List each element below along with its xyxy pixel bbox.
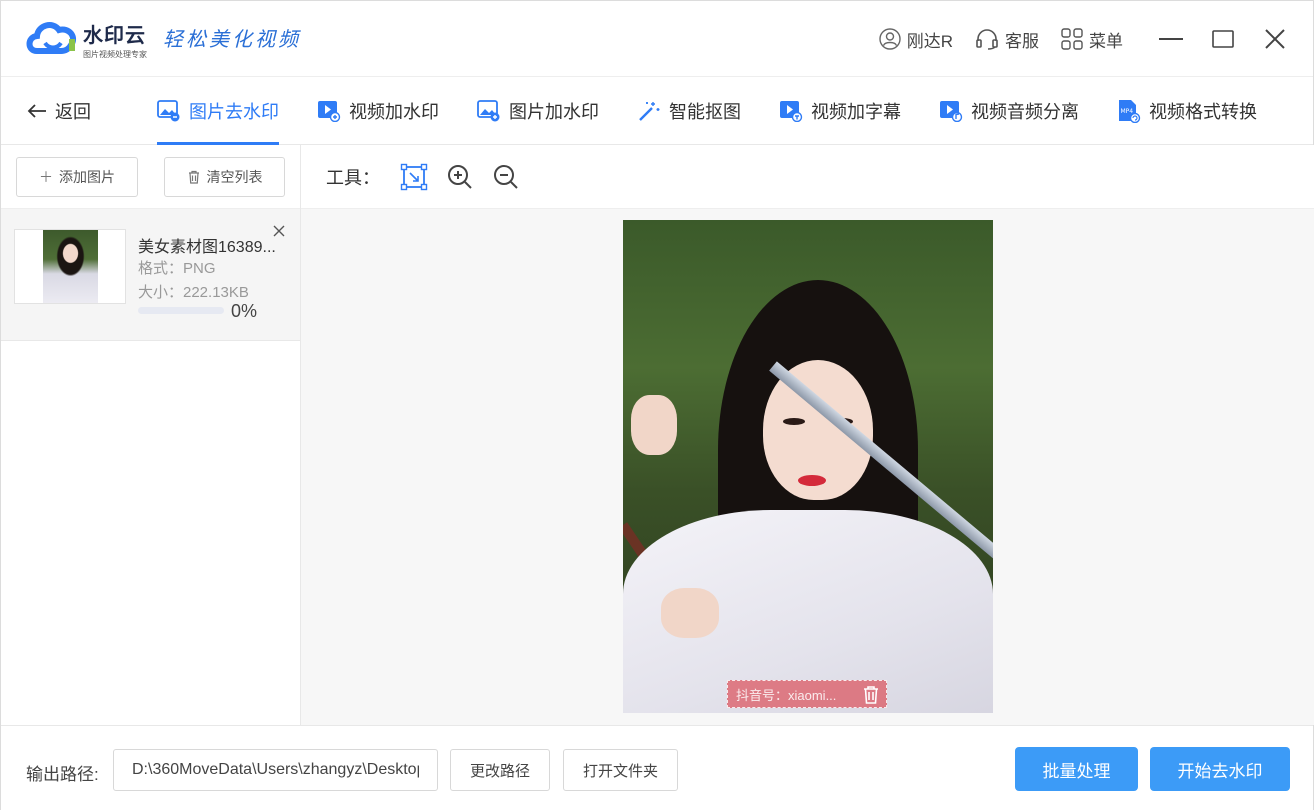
tab-image-add-watermark[interactable]: 图片加水印 xyxy=(477,77,599,145)
user-account[interactable]: 刚达R xyxy=(879,27,953,52)
title-bar: 水印云 图片视频处理专家 轻松美化视频 刚达R 客服 菜单 xyxy=(1,1,1313,77)
menu-label: 菜单 xyxy=(1089,31,1123,51)
tab-video-audio-split[interactable]: 视频音频分离 xyxy=(939,77,1079,145)
mp4-file-icon: MP4 xyxy=(1119,100,1141,123)
brand-slogan: 轻松美化视频 xyxy=(163,27,301,51)
tab-label: 视频加水印 xyxy=(349,102,439,122)
image-add-icon xyxy=(477,100,500,122)
tab-smart-cutout[interactable]: 智能抠图 xyxy=(637,77,741,145)
watermark-text: 抖音号：xiaomi... xyxy=(736,687,837,703)
tab-label: 视频加字幕 xyxy=(811,102,901,122)
user-name: 刚达R xyxy=(906,31,953,51)
trash-icon xyxy=(188,170,199,184)
magic-wand-icon xyxy=(639,102,660,121)
file-list-item[interactable]: 美女素材图16389... 格式：PNG 大小：222.13KB 0% xyxy=(1,209,300,341)
photo-hand xyxy=(661,588,719,638)
app-window: 水印云 图片视频处理专家 轻松美化视频 刚达R 客服 菜单 返回 图片去水印 视… xyxy=(0,0,1314,810)
grid-menu-icon xyxy=(1061,28,1083,50)
user-icon xyxy=(879,28,901,50)
select-region-tool[interactable] xyxy=(400,163,428,191)
maximize-button[interactable] xyxy=(1197,19,1249,59)
file-list-panel: ＋ 添加图片 清空列表 美女素材图16389... 格式：PNG 大小：222.… xyxy=(1,145,301,725)
watermark-selection-box[interactable]: 抖音号：xiaomi... xyxy=(727,680,887,708)
service-label: 客服 xyxy=(1005,31,1039,51)
plus-icon: ＋ xyxy=(39,169,53,185)
svg-text:MP4: MP4 xyxy=(1121,108,1134,115)
minimize-button[interactable] xyxy=(1145,19,1197,59)
file-name: 美女素材图16389... xyxy=(138,239,276,256)
zoom-out-tool[interactable] xyxy=(492,163,520,191)
file-progress-percent: 0% xyxy=(231,301,258,321)
preview-toolbar: 工具： xyxy=(301,145,1314,209)
thumbnail-image xyxy=(43,230,98,303)
back-button[interactable]: 返回 xyxy=(27,77,91,145)
tab-label: 图片去水印 xyxy=(189,102,279,122)
image-erase-icon xyxy=(157,100,180,122)
tools-label: 工具： xyxy=(326,167,380,188)
output-path-label: 输出路径: xyxy=(26,765,99,784)
start-remove-watermark-button[interactable]: 开始去水印 xyxy=(1150,747,1290,791)
minimize-icon xyxy=(1159,38,1183,40)
headset-icon xyxy=(976,29,998,50)
tab-video-add-subtitle[interactable]: 视频加字幕 xyxy=(779,77,901,145)
feature-tabs: 图片去水印 视频加水印 图片加水印 智能抠图 视频加字幕 视频音频分离 MP4 … xyxy=(157,77,1257,145)
back-label: 返回 xyxy=(55,102,91,122)
tab-image-remove-watermark[interactable]: 图片去水印 xyxy=(157,77,279,145)
clear-list-label: 清空列表 xyxy=(206,169,263,185)
preview-image: 抖音号：xiaomi... xyxy=(623,220,993,713)
cloud-logo-icon xyxy=(26,22,77,54)
main-menu[interactable]: 菜单 xyxy=(1061,27,1123,52)
remove-file-icon[interactable] xyxy=(271,223,287,239)
change-path-button[interactable]: 更改路径 xyxy=(450,749,550,791)
photo-eye xyxy=(783,418,805,425)
zoom-in-tool[interactable] xyxy=(446,163,474,191)
tab-video-add-watermark[interactable]: 视频加水印 xyxy=(317,77,439,145)
video-add-icon xyxy=(318,101,341,122)
tab-label: 智能抠图 xyxy=(669,102,741,122)
file-list-toolbar: ＋ 添加图片 清空列表 xyxy=(1,145,300,209)
close-window-button[interactable] xyxy=(1249,19,1301,59)
photo-hand xyxy=(631,395,677,455)
file-size: 大小：222.13KB xyxy=(138,284,249,301)
file-thumbnail xyxy=(14,229,126,304)
bottom-bar: 输出路径: 更改路径 打开文件夹 批量处理 开始去水印 xyxy=(1,725,1313,810)
file-format: 格式：PNG xyxy=(138,260,216,277)
nav-bar: 返回 图片去水印 视频加水印 图片加水印 智能抠图 视频加字幕 视频音频分离 M… xyxy=(1,77,1313,145)
close-icon xyxy=(1265,29,1285,49)
file-progress-bar xyxy=(138,307,224,314)
maximize-icon xyxy=(1212,30,1234,48)
video-audio-icon xyxy=(940,101,963,122)
delete-selection-icon[interactable] xyxy=(862,685,880,705)
zoom-out-icon xyxy=(494,164,518,189)
add-image-label: 添加图片 xyxy=(59,169,115,185)
select-region-icon xyxy=(400,163,428,190)
brand-name: 水印云 xyxy=(83,25,146,47)
open-folder-button[interactable]: 打开文件夹 xyxy=(563,749,678,791)
arrow-left-icon xyxy=(27,104,46,118)
brand: 水印云 图片视频处理专家 xyxy=(83,19,147,60)
add-image-button[interactable]: ＋ 添加图片 xyxy=(16,157,138,197)
tab-label: 视频格式转换 xyxy=(1149,102,1257,122)
video-subtitle-icon xyxy=(780,101,803,122)
output-path-input[interactable] xyxy=(113,749,438,791)
zoom-in-icon xyxy=(448,164,472,189)
titlebar-actions: 刚达R 客服 菜单 xyxy=(879,1,1313,77)
tab-label: 视频音频分离 xyxy=(971,102,1079,122)
photo-lips xyxy=(798,475,826,486)
customer-service[interactable]: 客服 xyxy=(975,27,1039,52)
batch-process-button[interactable]: 批量处理 xyxy=(1015,747,1138,791)
tab-label: 图片加水印 xyxy=(509,102,599,122)
tab-video-format-convert[interactable]: MP4 视频格式转换 xyxy=(1117,77,1257,145)
brand-subtitle: 图片视频处理专家 xyxy=(83,50,147,59)
clear-list-button[interactable]: 清空列表 xyxy=(164,157,285,197)
preview-area: 工具： 抖音号：xiaomi... xyxy=(301,145,1314,725)
